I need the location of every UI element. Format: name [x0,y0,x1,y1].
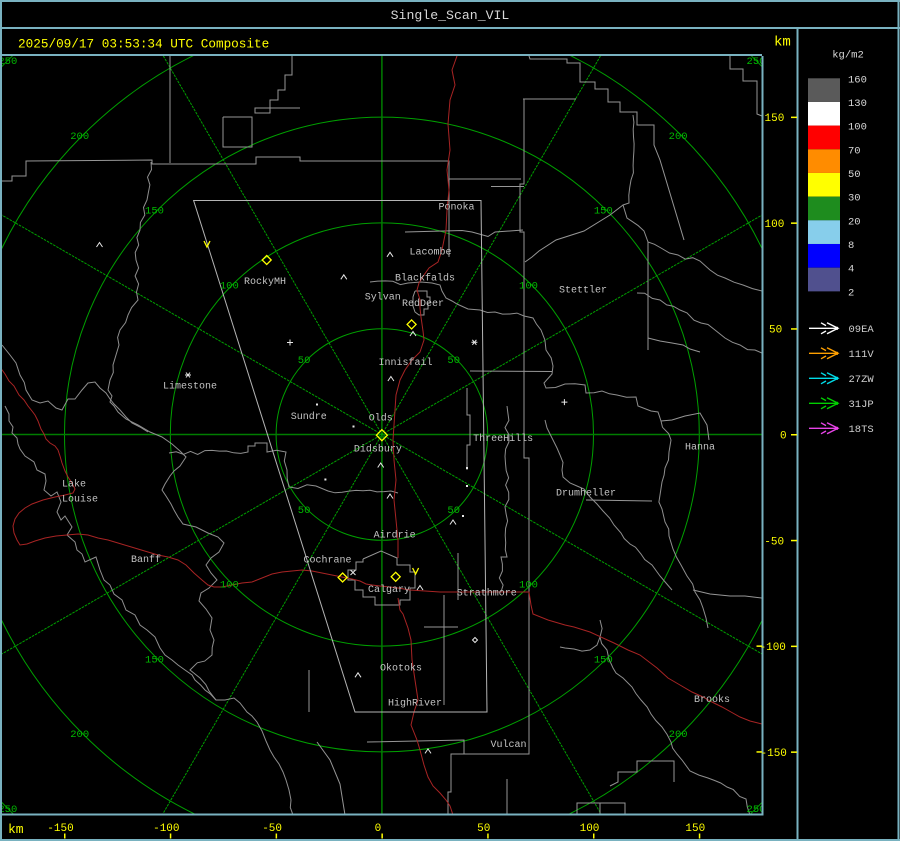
svg-text:27ZW: 27ZW [849,374,875,386]
svg-text:111V: 111V [849,349,875,361]
svg-text:Banff: Banff [131,554,161,566]
svg-text:100: 100 [519,580,538,592]
svg-text:30: 30 [848,193,861,205]
svg-text:Single_Scan_VIL: Single_Scan_VIL [391,8,510,23]
svg-text:100: 100 [519,280,538,292]
svg-text:09EA: 09EA [849,324,875,336]
svg-text:Blackfalds: Blackfalds [395,273,455,285]
svg-text:100: 100 [220,580,239,592]
svg-text:8: 8 [848,240,854,252]
svg-text:HighRiver: HighRiver [388,698,442,710]
svg-text:ThreeHills: ThreeHills [473,433,533,445]
svg-text:Lacombe: Lacombe [409,247,451,259]
svg-text:20: 20 [848,216,861,228]
svg-text:150: 150 [594,206,613,218]
svg-text:2025/09/17 03:53:34 UTC Compos: 2025/09/17 03:53:34 UTC Composite [18,37,269,52]
svg-text:Sylvan: Sylvan [365,292,401,304]
svg-text:200: 200 [70,131,89,143]
svg-text:50: 50 [447,505,460,517]
svg-text:50: 50 [477,823,490,835]
svg-text:50: 50 [447,355,460,367]
svg-text:160: 160 [848,74,867,86]
svg-text:2: 2 [848,287,854,299]
svg-text:Limestone: Limestone [163,381,217,393]
svg-text:150: 150 [594,654,613,666]
svg-text:150: 150 [145,654,164,666]
svg-text:Strathmore: Strathmore [457,588,517,600]
svg-text:Vulcan: Vulcan [490,739,526,751]
svg-text:Drumheller: Drumheller [556,488,616,500]
svg-text:RedDeer: RedDeer [402,298,444,310]
svg-text:-100: -100 [760,642,786,654]
svg-text:km: km [8,822,24,837]
svg-text:250: 250 [0,56,17,68]
svg-text:100: 100 [848,122,867,134]
svg-text:Innisfail: Innisfail [378,357,432,369]
svg-text:130: 130 [848,98,867,110]
svg-text:RockyMH: RockyMH [244,276,286,288]
svg-text:Cochrane: Cochrane [303,555,351,567]
svg-text:0: 0 [375,823,382,835]
svg-text:200: 200 [70,729,89,741]
svg-text:Ponoka: Ponoka [438,202,474,214]
svg-text:Calgary: Calgary [368,584,410,596]
svg-text:200: 200 [669,729,688,741]
svg-text:Lake: Lake [62,479,86,491]
svg-text:Stettler: Stettler [559,285,607,297]
svg-text:Olds: Olds [369,413,393,425]
svg-text:70: 70 [848,145,861,157]
svg-text:Brooks: Brooks [694,694,730,706]
svg-text:200: 200 [669,131,688,143]
svg-text:Didsbury: Didsbury [354,444,402,456]
svg-text:Louise: Louise [62,494,98,506]
svg-text:50: 50 [298,355,311,367]
svg-text:100: 100 [765,219,785,231]
svg-text:50: 50 [298,505,311,517]
svg-text:-50: -50 [764,536,784,548]
svg-text:150: 150 [685,823,705,835]
svg-text:50: 50 [769,325,782,337]
svg-text:-150: -150 [761,748,787,760]
svg-text:100: 100 [580,823,600,835]
svg-text:0: 0 [780,431,787,443]
svg-text:km: km [774,35,791,51]
svg-text:Okotoks: Okotoks [380,663,422,675]
svg-text:Airdrie: Airdrie [374,530,416,542]
svg-text:Hanna: Hanna [685,443,715,454]
svg-text:100: 100 [220,280,239,292]
svg-text:50: 50 [848,169,861,181]
svg-text:18TS: 18TS [849,424,874,436]
svg-text:-100: -100 [153,823,179,835]
svg-text:-150: -150 [47,823,73,835]
svg-text:-50: -50 [262,823,282,835]
svg-text:150: 150 [765,113,785,125]
svg-text:Sundre: Sundre [291,411,327,423]
svg-text:4: 4 [848,264,854,276]
svg-text:kg/m2: kg/m2 [832,50,864,62]
svg-text:150: 150 [145,206,164,218]
svg-text:31JP: 31JP [849,399,874,411]
